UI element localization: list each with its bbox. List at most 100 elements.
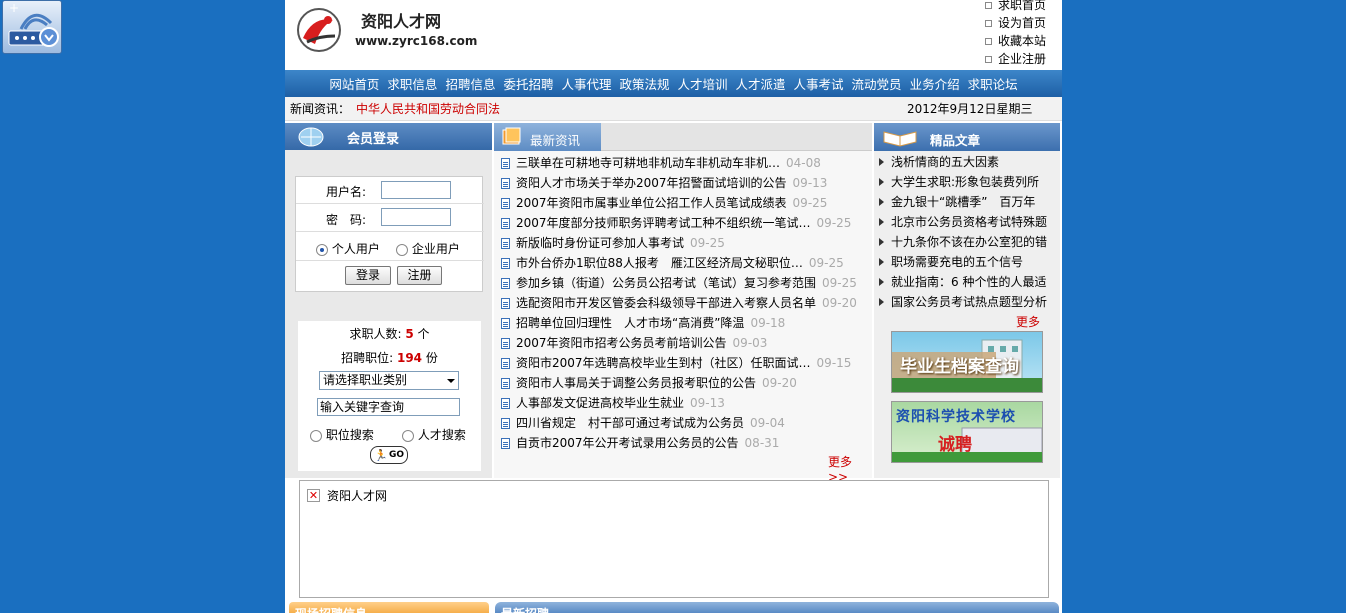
nav-item-entrust[interactable]: 委托招聘 (503, 74, 553, 93)
news-ticker-label: 新闻资讯： (290, 102, 351, 116)
article-item[interactable]: 大学生求职:形象包装费列所 (879, 172, 1047, 192)
news-item[interactable]: 资阳市2007年选聘高校毕业生到村（社区）任职面试… 09-15 (501, 353, 857, 373)
news-ticker-link[interactable]: 中华人民共和国劳动合同法 (356, 97, 500, 121)
go-search-button[interactable]: 🏃 GO (370, 446, 408, 464)
open-book-icon (883, 131, 917, 147)
bullet-icon (985, 55, 992, 63)
news-item[interactable]: 资阳人才市场关于举办2007年招警面试培训的公告 09-13 (501, 173, 857, 193)
featured-articles-list: 浅析情商的五大因素 大学生求职:形象包装费列所 金九银十“跳槽季” 百万年 北京… (879, 152, 1047, 312)
top-links: 求职首页 设为首页 收藏本站 企业注册 (985, 0, 1046, 68)
document-icon (501, 237, 510, 249)
site-header: 资阳人才网 www.zyrc168.com 求职首页 设为首页 收藏本站 企业注… (285, 0, 1062, 70)
main-nav: 网站首页 求职信息 招聘信息 委托招聘 人事代理 政策法规 人才培训 人才派遣 … (285, 70, 1062, 97)
register-button[interactable]: 注册 (397, 266, 442, 285)
graduate-archive-banner[interactable]: 毕业生档案查询 (891, 331, 1043, 393)
article-item[interactable]: 金九银十“跳槽季” 百万年 (879, 192, 1047, 212)
news-item[interactable]: 新版临时身份证可参加人事考试 09-25 (501, 233, 857, 253)
svg-text:+: + (9, 1, 19, 15)
globe-icon (298, 127, 324, 147)
nav-item-dispatch[interactable]: 人才派遣 (736, 74, 786, 93)
document-icon (501, 377, 510, 389)
news-item[interactable]: 选配资阳市开发区管委会科级领导干部进入考察人员名单 09-20 (501, 293, 857, 313)
article-item[interactable]: 北京市公务员资格考试特殊题 (879, 212, 1047, 232)
article-item[interactable]: 浅析情商的五大因素 (879, 152, 1047, 172)
nav-item-business[interactable]: 业务介绍 (910, 74, 960, 93)
triangle-bullet-icon (879, 218, 884, 226)
news-item[interactable]: 四川省规定 村干部可通过考试成为公务员 09-04 (501, 413, 857, 433)
site-url: www.zyrc168.com (355, 34, 478, 48)
document-icon (501, 397, 510, 409)
top-link-set-homepage[interactable]: 设为首页 (985, 14, 1046, 32)
search-panel: 求职人数: 5 个 招聘职位: 194 份 请选择职业类别 输入关键字查询 职位… (298, 321, 481, 471)
login-form: 用户名: 密 码: 个人用户 企业用户 登录 注册 (295, 176, 484, 292)
nav-item-training[interactable]: 人才培训 (678, 74, 728, 93)
job-positions-count: 招聘职位: 194 份 (341, 351, 438, 365)
nav-item-forum[interactable]: 求职论坛 (968, 74, 1018, 93)
featured-articles-header: 精品文章 (874, 123, 1060, 151)
friend-link[interactable]: 资阳人才网 (327, 487, 387, 504)
triangle-bullet-icon (879, 238, 884, 246)
document-icon (501, 357, 510, 369)
job-seekers-count: 求职人数: 5 个 (349, 327, 430, 341)
latest-news-tab[interactable]: 最新资讯 (494, 123, 601, 151)
password-input[interactable] (381, 208, 451, 226)
news-item[interactable]: 自贡市2007年公开考试录用公务员的公告 08-31 (501, 433, 857, 453)
nav-item-recruit-info[interactable]: 招聘信息 (445, 74, 495, 93)
article-item[interactable]: 职场需要充电的五个信号 (879, 252, 1047, 272)
news-item[interactable]: 2007年资阳市属事业单位公招工作人员笔试成绩表 09-25 (501, 193, 857, 213)
triangle-bullet-icon (879, 178, 884, 186)
site-logo[interactable] (295, 6, 345, 54)
news-item[interactable]: 资阳市人事局关于调整公务员报考职位的公告 09-20 (501, 373, 857, 393)
article-item[interactable]: 十九条你不该在办公室犯的错 (879, 232, 1047, 252)
school-recruit-banner[interactable]: 资阳科学技术学校 诚聘 (891, 401, 1043, 463)
password-label: 密 码: (326, 213, 367, 227)
news-item[interactable]: 市外台侨办1职位88人报考 雁江区经济局文秘职位… 09-25 (501, 253, 857, 273)
login-header: 会员登录 (285, 123, 492, 150)
bullet-icon (985, 1, 992, 9)
news-item[interactable]: 三联单在可耕地寺可耕地非机动车非机动车非机… 04-08 (501, 153, 857, 173)
desktop-network-icon[interactable]: + (2, 0, 62, 54)
top-link-bookmark[interactable]: 收藏本站 (985, 32, 1046, 50)
radio-unchecked-icon (396, 243, 408, 256)
nav-item-party[interactable]: 流动党员 (852, 74, 902, 93)
friend-links-box: ✕ 资阳人才网 (299, 480, 1049, 598)
bullet-icon (985, 37, 992, 45)
nav-item-agency[interactable]: 人事代理 (561, 74, 611, 93)
document-icon (501, 297, 510, 309)
chevron-down-icon (447, 379, 455, 383)
nav-item-job-info[interactable]: 求职信息 (387, 74, 437, 93)
position-search-radio[interactable]: 职位搜索 (310, 426, 374, 443)
article-item[interactable]: 国家公务员考试热点题型分析 (879, 292, 1047, 312)
username-label: 用户名: (326, 185, 367, 199)
news-item[interactable]: 2007年度部分技师职务评聘考试工种不组织统一笔试… 09-25 (501, 213, 857, 233)
news-item[interactable]: 招聘单位回归理性 人才市场“高消费”降温 09-18 (501, 313, 857, 333)
job-category-select[interactable]: 请选择职业类别 (319, 371, 459, 390)
company-user-radio[interactable]: 企业用户 (396, 240, 460, 257)
document-icon (501, 317, 510, 329)
person-user-radio[interactable]: 个人用户 (316, 240, 380, 257)
news-item[interactable]: 2007年资阳市招考公务员考前培训公告 09-03 (501, 333, 857, 353)
nav-item-policy[interactable]: 政策法规 (619, 74, 669, 93)
news-item[interactable]: 参加乡镇（街道）公务员公招考试（笔试）复习参考范围 09-25 (501, 273, 857, 293)
username-input[interactable] (381, 181, 451, 199)
latest-recruit-tab[interactable]: 最新招聘 (495, 602, 1059, 613)
nav-item-exam[interactable]: 人事考试 (794, 74, 844, 93)
document-icon (501, 177, 510, 189)
top-link-company-register[interactable]: 企业注册 (985, 50, 1046, 68)
triangle-bullet-icon (879, 278, 884, 286)
triangle-bullet-icon (879, 298, 884, 306)
top-link-job-home[interactable]: 求职首页 (985, 0, 1046, 14)
nav-item-home[interactable]: 网站首页 (329, 74, 379, 93)
news-item[interactable]: 人事部发文促进高校毕业生就业 09-13 (501, 393, 857, 413)
latest-news-header: 最新资讯 (494, 123, 872, 151)
onsite-recruit-tab[interactable]: 现场招聘信息 (289, 602, 489, 613)
talent-search-radio[interactable]: 人才搜索 (402, 426, 466, 443)
page-container: 资阳人才网 www.zyrc168.com 求职首页 设为首页 收藏本站 企业注… (285, 0, 1062, 613)
article-item[interactable]: 就业指南：6 种个性的人最适 (879, 272, 1047, 292)
document-icon (501, 417, 510, 429)
triangle-bullet-icon (879, 158, 884, 166)
document-icon (501, 277, 510, 289)
login-button[interactable]: 登录 (345, 266, 391, 285)
keyword-search-input[interactable]: 输入关键字查询 (317, 398, 460, 416)
bullet-icon (985, 19, 992, 27)
